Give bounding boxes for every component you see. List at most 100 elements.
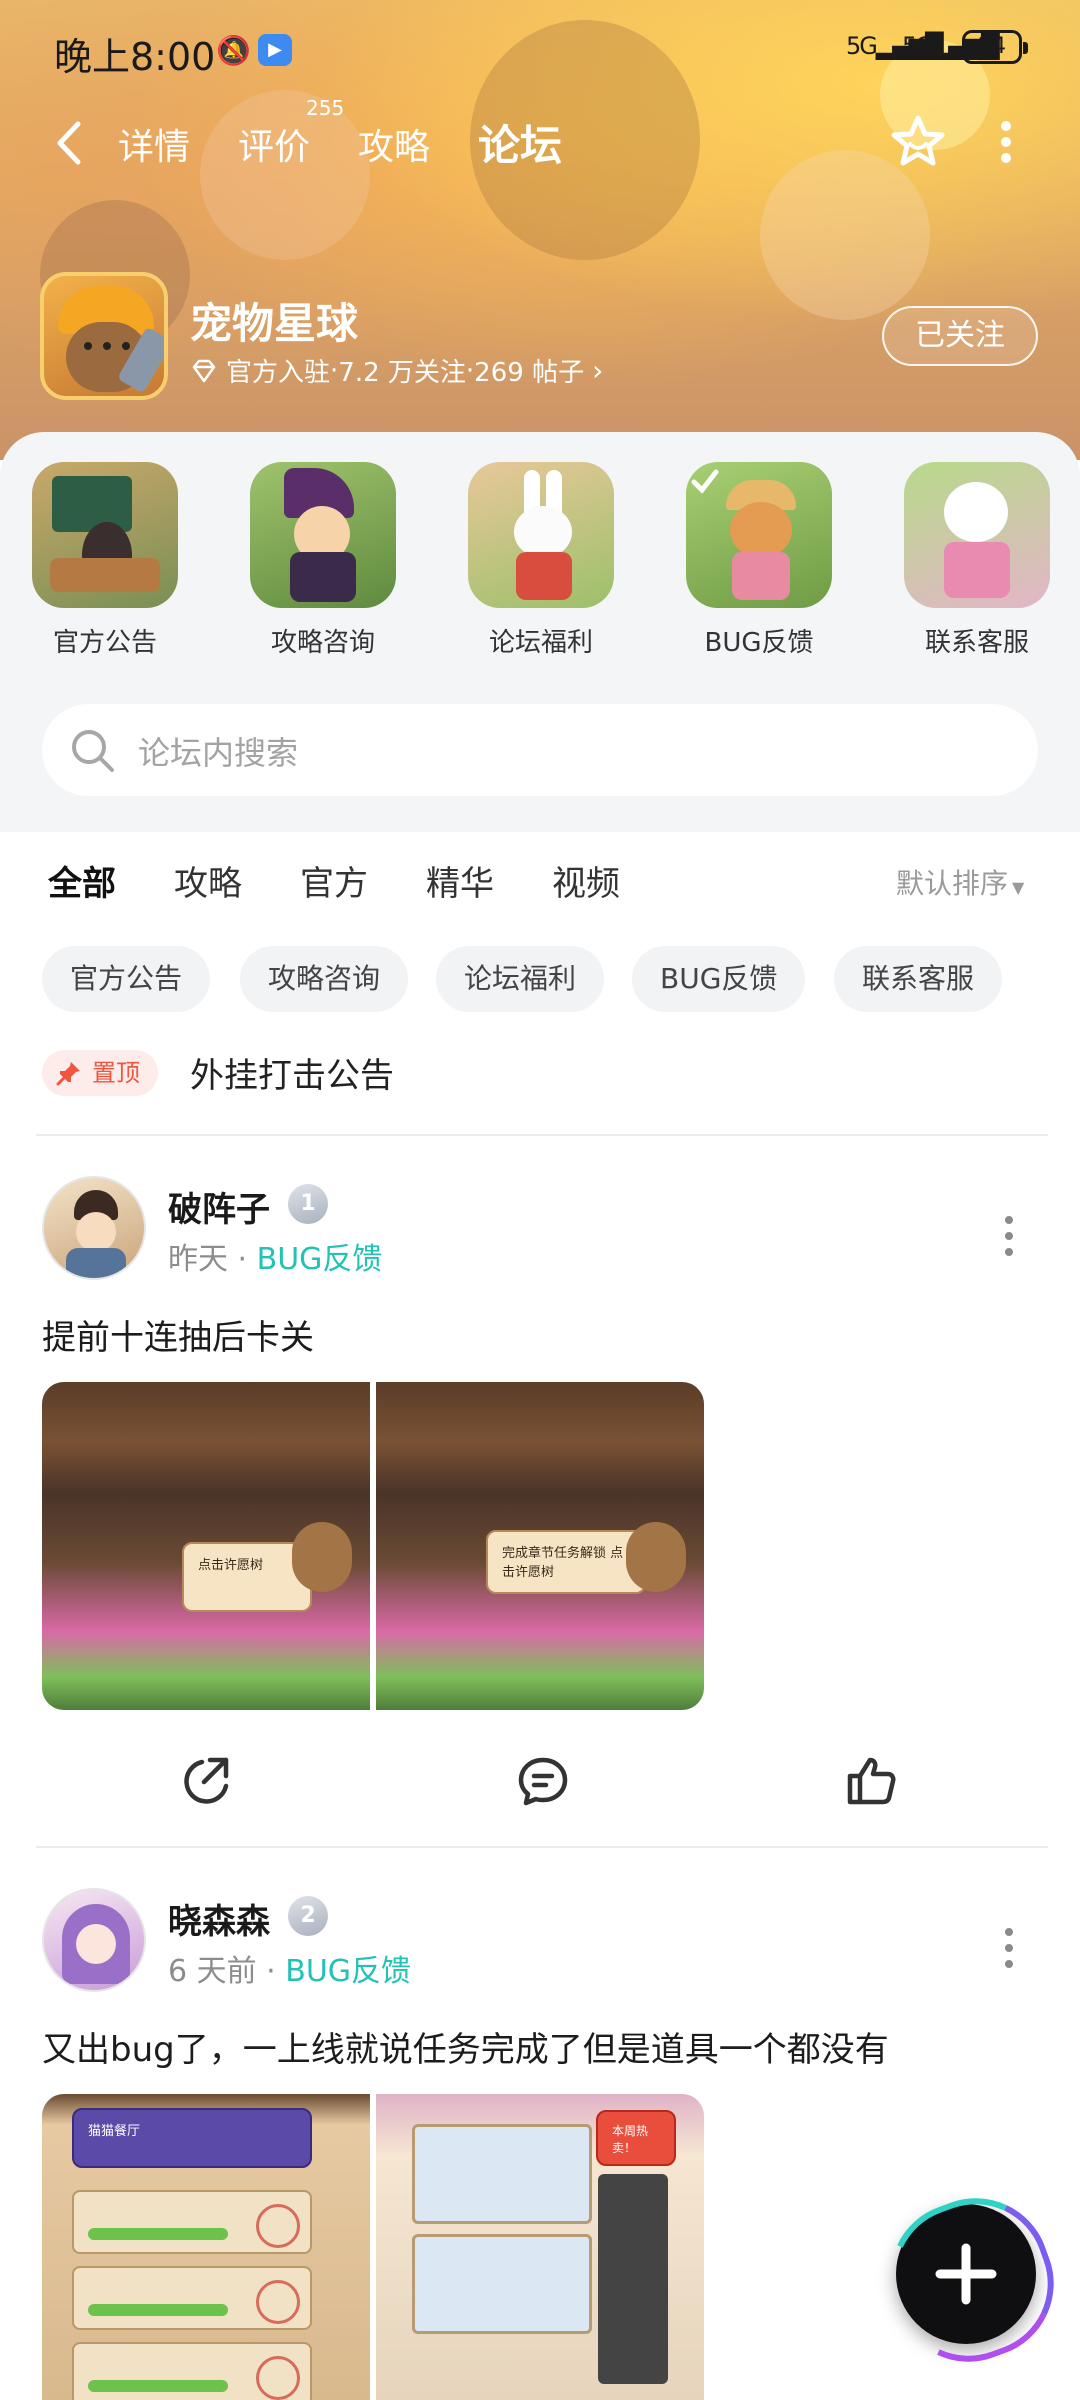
back-arrow-icon[interactable] xyxy=(50,116,90,170)
follower-count: 7.2 万关注 xyxy=(338,358,466,388)
chip-official-announcement[interactable]: 官方公告 xyxy=(42,946,211,1012)
battery-icon: 24 xyxy=(962,30,1028,64)
post-more-icon[interactable] xyxy=(1002,1214,1016,1258)
comment-icon[interactable] xyxy=(516,1754,570,1808)
search-placeholder: 论坛内搜索 xyxy=(138,734,299,772)
post-image[interactable]: 点击许愿树 xyxy=(42,1382,370,1710)
plus-icon xyxy=(935,2243,997,2305)
status-bar: 晚上8:00 🔕 ▶ 5G▂▄▆█ 5G▂▄▆█ 24 xyxy=(0,22,1080,79)
post-text: 提前十连抽后卡关 xyxy=(42,1318,314,1358)
filter-tab-all[interactable]: 全部 xyxy=(48,856,116,905)
divider xyxy=(36,1846,1048,1848)
category-thumbnail xyxy=(904,462,1050,608)
chip-bug-feedback[interactable]: BUG反馈 xyxy=(632,946,806,1012)
category-contact-support[interactable]: 联系客服 xyxy=(902,462,1052,659)
game-header-banner: 晚上8:00 🔕 ▶ 5G▂▄▆█ 5G▂▄▆█ 24 详情 评价 255 攻略… xyxy=(0,0,1080,460)
user-level-badge: 2 xyxy=(288,1896,328,1936)
official-badge: 官方入驻 xyxy=(226,358,331,388)
topic-chips: 官方公告 攻略咨询 论坛福利 BUG反馈 联系客服 xyxy=(0,946,1080,1012)
category-label: 攻略咨询 xyxy=(270,628,375,658)
category-thumbnail xyxy=(32,462,178,608)
avatar[interactable] xyxy=(42,1888,146,1992)
post-author[interactable]: 破阵子 xyxy=(168,1182,270,1231)
search-icon xyxy=(72,730,114,772)
separator: · xyxy=(330,355,339,386)
review-count: 255 xyxy=(306,96,345,120)
avatar[interactable] xyxy=(42,1176,146,1280)
category-official-announcement[interactable]: 官方公告 xyxy=(30,462,180,659)
tab-forum[interactable]: 论坛 xyxy=(478,112,562,173)
tab-reviews-label: 评价 xyxy=(238,127,311,168)
pin-icon xyxy=(56,1062,80,1086)
tab-details[interactable]: 详情 xyxy=(118,118,190,170)
logo-eyes xyxy=(84,342,130,352)
chevron-right-icon: › xyxy=(592,354,604,387)
game-stats[interactable]: 官方入驻 · 7.2 万关注 · 269 帖子 › xyxy=(190,352,603,389)
post-more-icon[interactable] xyxy=(1002,1926,1016,1970)
post-meta: 6 天前 · BUG反馈 xyxy=(168,1946,411,1990)
status-time: 晚上8:00 xyxy=(54,35,216,79)
image-task-row xyxy=(72,2190,312,2254)
post-image[interactable]: 猫猫餐厅 xyxy=(42,2094,370,2400)
post-image[interactable]: 本周热卖！ xyxy=(376,2094,704,2400)
more-vertical-icon[interactable] xyxy=(998,118,1014,166)
category-forum-benefits[interactable]: 论坛福利 xyxy=(466,462,616,659)
post-author[interactable]: 晓森森 xyxy=(168,1894,270,1943)
post-topic-tag[interactable]: BUG反馈 xyxy=(285,1954,411,1989)
post-images: 猫猫餐厅 本周热卖！ xyxy=(42,2094,704,2400)
chip-contact-support[interactable]: 联系客服 xyxy=(834,946,1003,1012)
filter-tab-featured[interactable]: 精华 xyxy=(426,856,494,905)
post-topic-tag[interactable]: BUG反馈 xyxy=(257,1242,383,1277)
game-logo[interactable] xyxy=(40,272,168,400)
filter-tab-official[interactable]: 官方 xyxy=(300,856,368,905)
separator: · xyxy=(228,1242,257,1277)
category-thumbnail xyxy=(686,462,832,608)
category-thumbnail xyxy=(468,462,614,608)
post-actions xyxy=(0,1746,1080,1816)
new-post-button[interactable] xyxy=(896,2204,1036,2344)
chip-forum-benefits[interactable]: 论坛福利 xyxy=(436,946,605,1012)
sort-dropdown[interactable]: 默认排序 ▼ xyxy=(896,862,1024,902)
chip-guide-consult[interactable]: 攻略咨询 xyxy=(240,946,409,1012)
top-nav: 详情 评价 255 攻略 论坛 xyxy=(0,96,1080,178)
post-time: 昨天 xyxy=(168,1242,228,1277)
tab-reviews[interactable]: 评价 255 xyxy=(238,96,344,170)
category-thumbnail xyxy=(250,462,396,608)
forum-sections-panel: 官方公告 攻略咨询 论坛福利 BUG反馈 联系客服 论坛内搜索 xyxy=(0,432,1080,832)
follow-button[interactable]: 已关注 xyxy=(882,306,1038,366)
pinned-badge: 置顶 xyxy=(42,1050,158,1096)
share-icon[interactable] xyxy=(180,1754,234,1808)
forum-search-input[interactable]: 论坛内搜索 xyxy=(42,704,1038,796)
mute-bell-icon: 🔕 xyxy=(216,34,251,67)
filter-tab-guides[interactable]: 攻略 xyxy=(174,856,242,905)
post-card[interactable]: 破阵子 1 昨天 · BUG反馈 提前十连抽后卡关 点击许愿树 完成章节任务解锁… xyxy=(0,1176,1080,1816)
category-label: BUG反馈 xyxy=(704,628,814,658)
tab-guides[interactable]: 攻略 xyxy=(358,118,430,170)
category-label: 官方公告 xyxy=(52,628,157,658)
pinned-post[interactable]: 置顶 外挂打击公告 xyxy=(42,1048,1042,1100)
filter-tab-video[interactable]: 视频 xyxy=(552,856,620,905)
favorite-star-icon[interactable] xyxy=(888,112,948,172)
image-caption: 猫猫餐厅 xyxy=(72,2108,312,2168)
user-level-badge: 1 xyxy=(288,1184,328,1224)
post-time: 6 天前 xyxy=(168,1954,257,1989)
post-count: 269 帖子 xyxy=(474,358,585,388)
image-bear xyxy=(292,1522,352,1592)
caret-down-icon: ▼ xyxy=(1012,878,1025,897)
sort-label: 默认排序 xyxy=(896,867,1009,900)
divider xyxy=(36,1134,1048,1136)
separator: · xyxy=(465,355,475,386)
image-keypad xyxy=(598,2174,668,2384)
image-bear xyxy=(626,1522,686,1592)
category-guide-consult[interactable]: 攻略咨询 xyxy=(248,462,398,659)
post-image[interactable]: 完成章节任务解锁 点击许愿树 xyxy=(376,1382,704,1710)
image-task-row xyxy=(72,2266,312,2330)
image-caption: 完成章节任务解锁 点击许愿树 xyxy=(486,1530,646,1594)
like-thumb-icon[interactable] xyxy=(844,1754,898,1808)
category-bug-feedback[interactable]: BUG反馈 xyxy=(684,462,834,659)
image-shop-shelf xyxy=(412,2234,592,2334)
post-images: 点击许愿树 完成章节任务解锁 点击许愿树 xyxy=(42,1382,704,1710)
image-shop-shelf xyxy=(412,2124,592,2224)
post-text: 又出bug了，一上线就说任务完成了但是道具一个都没有 xyxy=(42,2030,889,2070)
verified-diamond-icon xyxy=(192,359,216,382)
